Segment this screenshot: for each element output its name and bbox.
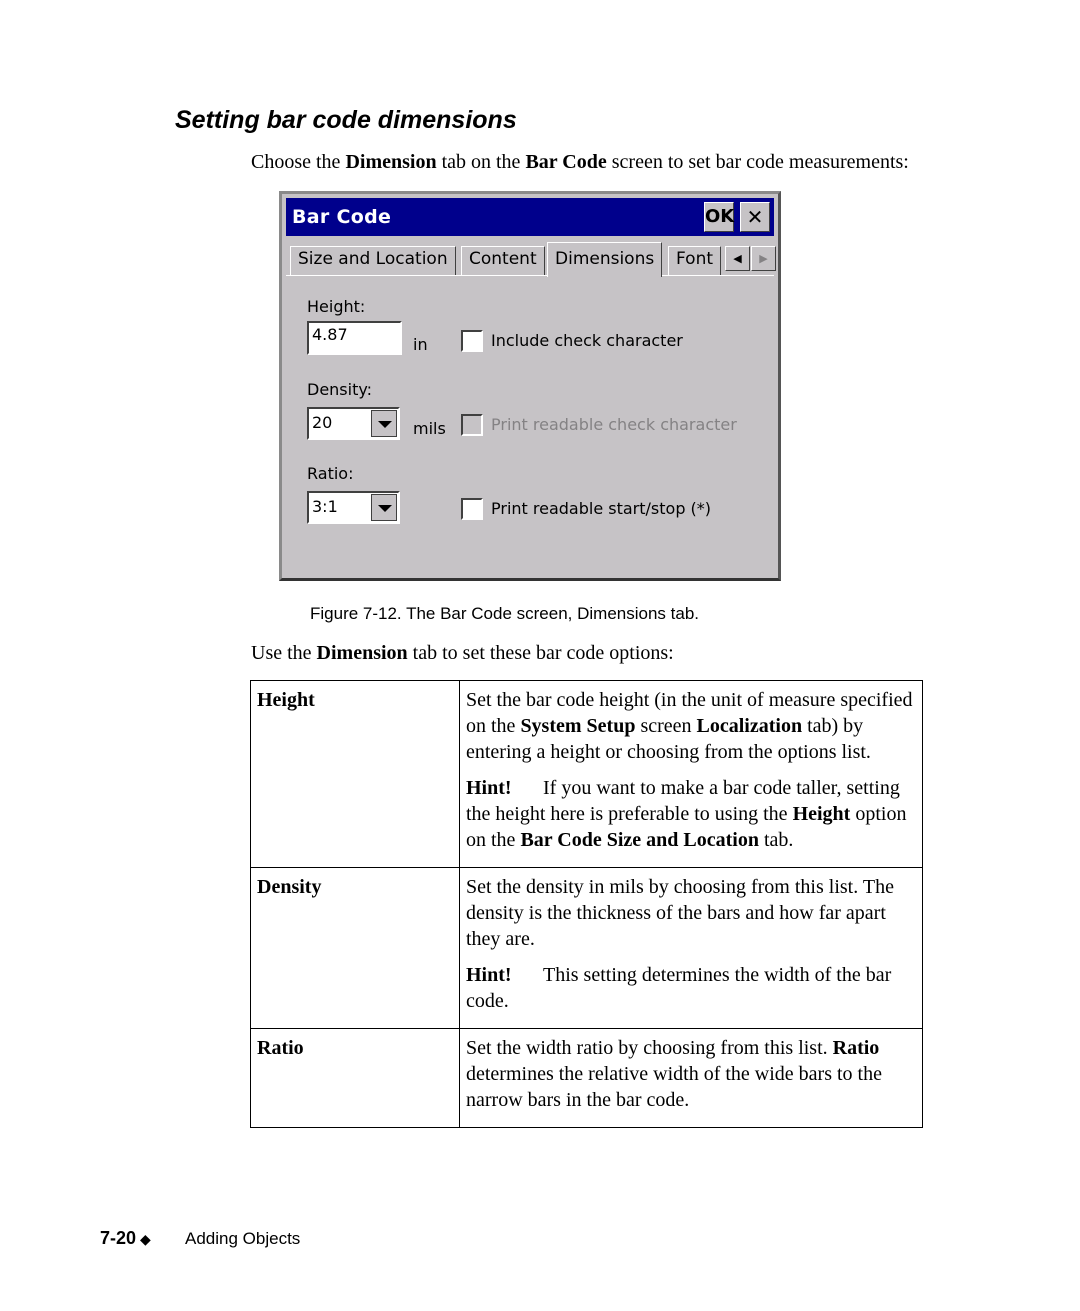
density-value: 20 (312, 413, 333, 432)
option-description: Set the density in mils by choosing from… (459, 867, 923, 1029)
tab-dimensions[interactable]: Dimensions (547, 242, 663, 277)
table-row: Height Set the bar code height (in the u… (250, 680, 923, 868)
ok-button[interactable]: OK (704, 202, 734, 232)
option-description: Set the width ratio by choosing from thi… (459, 1028, 923, 1128)
print-readable-start-stop-checkbox[interactable] (461, 498, 483, 520)
density-unit: mils (413, 419, 446, 438)
option-description: Set the bar code height (in the unit of … (459, 680, 923, 868)
ratio-label: Ratio: (307, 464, 354, 483)
include-check-character-label: Include check character (491, 331, 683, 350)
dropdown-arrow-icon[interactable] (371, 494, 397, 521)
page-footer: 7-20 ◆ Adding Objects (100, 1228, 300, 1249)
print-readable-check-character-checkbox[interactable] (461, 414, 483, 436)
dropdown-arrow-icon[interactable] (371, 410, 397, 437)
include-check-character-checkbox[interactable] (461, 330, 483, 352)
density-label: Density: (307, 380, 373, 399)
height-unit: in (413, 335, 428, 354)
density-select[interactable]: 20 (307, 407, 400, 440)
diamond-icon: ◆ (140, 1231, 151, 1247)
tab-strip: Size and Location Content Dimensions Fon… (290, 242, 778, 277)
tab-divider (286, 275, 774, 276)
section-heading: Setting bar code dimensions (175, 106, 517, 134)
tab-size-and-location[interactable]: Size and Location (290, 246, 456, 276)
lead-paragraph: Use the Dimension tab to set these bar c… (251, 642, 674, 664)
print-readable-check-character-label: Print readable check character (491, 415, 737, 434)
height-input[interactable]: 4.87 (307, 321, 402, 355)
option-name: Height (250, 680, 460, 868)
chapter-title: Adding Objects (185, 1229, 301, 1248)
tab-font[interactable]: Font (668, 246, 722, 276)
close-button[interactable]: ✕ (740, 202, 770, 232)
option-name: Ratio (250, 1028, 460, 1128)
title-bar: Bar Code OK ✕ (286, 198, 774, 236)
dialog-title: Bar Code (292, 206, 392, 228)
tab-content[interactable]: Content (461, 246, 545, 276)
tab-scroll-right-icon[interactable]: ▶ (751, 246, 776, 271)
ratio-value: 3:1 (312, 497, 338, 516)
height-label: Height: (307, 297, 366, 316)
ratio-select[interactable]: 3:1 (307, 491, 400, 524)
hint: Hint! This setting determines the width o… (466, 964, 892, 1012)
table-row: Ratio Set the width ratio by choosing fr… (250, 1028, 923, 1128)
option-name: Density (250, 867, 460, 1029)
bar-code-dialog: Bar Code OK ✕ Size and Location Content … (279, 191, 781, 581)
tab-scroll-left-icon[interactable]: ◀ (725, 246, 750, 271)
figure-caption: Figure 7-12. The Bar Code screen, Dimens… (310, 604, 699, 623)
intro-paragraph: Choose the Dimension tab on the Bar Code… (251, 151, 909, 173)
hint: Hint! If you want to make a bar code tall… (466, 777, 907, 851)
print-readable-start-stop-label: Print readable start/stop (*) (491, 499, 712, 518)
table-row: Density Set the density in mils by choos… (250, 867, 923, 1029)
options-table: Height Set the bar code height (in the u… (250, 680, 923, 1128)
page-number: 7-20 (100, 1228, 137, 1248)
